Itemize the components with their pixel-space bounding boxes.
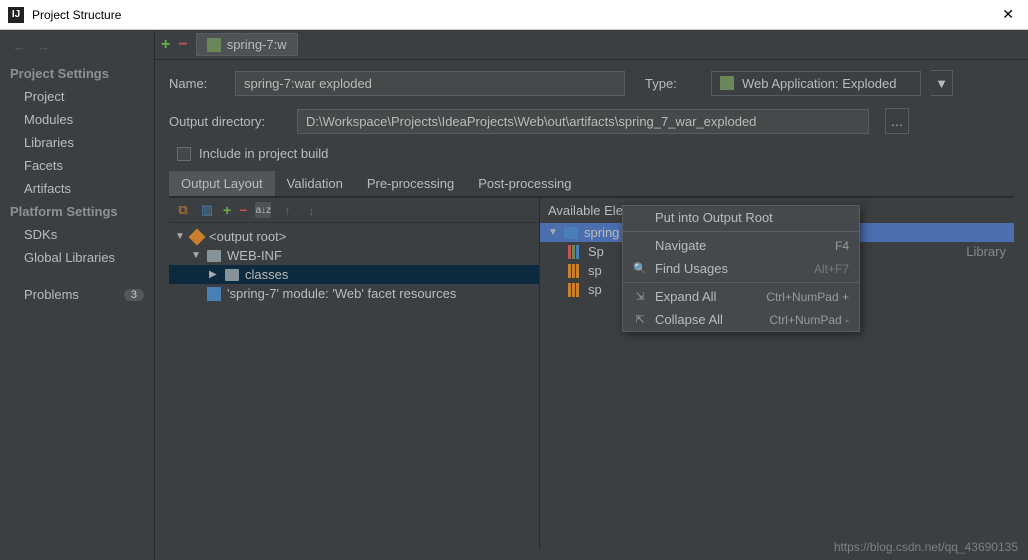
- expander-icon[interactable]: ▼: [175, 231, 185, 242]
- type-value: Web Application: Exploded: [742, 76, 896, 91]
- ctx-navigate[interactable]: Navigate F4: [623, 234, 859, 257]
- ctx-expand-all[interactable]: ⇲ Expand All Ctrl+NumPad +: [623, 285, 859, 308]
- tree-webinf-label: WEB-INF: [227, 248, 282, 263]
- checkbox-icon: [177, 147, 191, 161]
- sidebar-item-project[interactable]: Project: [0, 85, 154, 108]
- available-elements-pane: Available Elements ? ▼ spring Sp Library: [539, 198, 1014, 550]
- context-menu: Put into Output Root Navigate F4 🔍 Find …: [622, 205, 860, 332]
- tab-validation[interactable]: Validation: [275, 171, 355, 196]
- separator: [623, 282, 859, 283]
- artifact-icon: [207, 38, 221, 52]
- separator: [623, 231, 859, 232]
- sidebar-item-problems[interactable]: Problems 3: [0, 279, 154, 310]
- new-folder-icon[interactable]: ⧉: [175, 202, 191, 218]
- section-project-settings: Project Settings: [0, 62, 154, 85]
- name-label: Name:: [169, 76, 225, 91]
- expander-icon[interactable]: ▼: [548, 227, 558, 238]
- folder-icon: [225, 269, 239, 281]
- forward-icon[interactable]: →: [36, 38, 50, 54]
- sidebar-item-artifacts[interactable]: Artifacts: [0, 177, 154, 200]
- outdir-input[interactable]: [297, 109, 869, 134]
- tab-postprocessing[interactable]: Post-processing: [466, 171, 583, 196]
- blank-icon: [633, 211, 647, 225]
- tree-facet-label: 'spring-7' module: 'Web' facet resources: [227, 286, 456, 301]
- output-root-icon: [189, 228, 206, 245]
- include-label: Include in project build: [199, 146, 328, 161]
- library-icon: [568, 283, 582, 297]
- up-icon[interactable]: ↑: [279, 202, 295, 218]
- library-icon: [568, 264, 582, 278]
- tree-webinf[interactable]: ▼ WEB-INF: [169, 246, 539, 265]
- close-icon[interactable]: ✕: [996, 6, 1020, 23]
- expander-icon[interactable]: ▶: [209, 269, 219, 280]
- down-icon[interactable]: ↓: [303, 202, 319, 218]
- sidebar: ← → Project Settings Project Modules Lib…: [0, 30, 155, 560]
- browse-button[interactable]: …: [885, 108, 909, 134]
- list-icon[interactable]: ▥: [199, 202, 215, 218]
- module-icon: [564, 227, 578, 239]
- sidebar-item-facets[interactable]: Facets: [0, 154, 154, 177]
- tree-root-label: <output root>: [209, 229, 286, 244]
- include-checkbox[interactable]: Include in project build: [177, 146, 1014, 161]
- artifact-tab-label: spring-7:w: [227, 37, 287, 52]
- tab-output-layout[interactable]: Output Layout: [169, 171, 275, 196]
- web-app-icon: [720, 76, 734, 90]
- type-select[interactable]: Web Application: Exploded: [711, 71, 921, 96]
- collapse-icon: ⇱: [633, 313, 647, 327]
- watermark: https://blog.csdn.net/qq_43690135: [834, 540, 1018, 554]
- folder-icon: [207, 250, 221, 262]
- outdir-label: Output directory:: [169, 114, 287, 129]
- problems-label: Problems: [24, 287, 79, 302]
- tree-facet[interactable]: 'spring-7' module: 'Web' facet resources: [169, 284, 539, 303]
- output-layout-pane: ⧉ ▥ + − a↓z ↑ ↓ ▼ <output root>: [169, 198, 539, 550]
- ctx-find-usages: 🔍 Find Usages Alt+F7: [623, 257, 859, 280]
- add-item-icon[interactable]: +: [223, 202, 231, 218]
- library-icon: [568, 245, 582, 259]
- expander-icon[interactable]: ▼: [191, 250, 201, 261]
- app-icon: IJ: [8, 7, 24, 23]
- type-label: Type:: [645, 76, 701, 91]
- name-input[interactable]: [235, 71, 625, 96]
- nav-arrows: ← →: [0, 36, 154, 62]
- tree-classes[interactable]: ▶ classes: [169, 265, 539, 284]
- ctx-put-into-root[interactable]: Put into Output Root: [623, 206, 859, 229]
- layout-tabs: Output Layout Validation Pre-processing …: [169, 171, 1014, 197]
- sidebar-item-libraries[interactable]: Libraries: [0, 131, 154, 154]
- search-icon: 🔍: [633, 262, 647, 276]
- tab-preprocessing[interactable]: Pre-processing: [355, 171, 466, 196]
- artifact-tab[interactable]: spring-7:w: [196, 33, 298, 56]
- sidebar-item-global-libraries[interactable]: Global Libraries: [0, 246, 154, 269]
- sidebar-item-modules[interactable]: Modules: [0, 108, 154, 131]
- window-title: Project Structure: [32, 8, 996, 22]
- type-dropdown-button[interactable]: ▼: [931, 70, 953, 96]
- tree-classes-label: classes: [245, 267, 288, 282]
- sidebar-item-sdks[interactable]: SDKs: [0, 223, 154, 246]
- module-icon: [207, 287, 221, 301]
- tree-root[interactable]: ▼ <output root>: [169, 227, 539, 246]
- available-spring-label: spring: [584, 225, 619, 240]
- remove-item-icon[interactable]: −: [239, 202, 247, 218]
- titlebar: IJ Project Structure ✕: [0, 0, 1028, 30]
- sort-icon[interactable]: a↓z: [255, 202, 271, 218]
- section-platform-settings: Platform Settings: [0, 200, 154, 223]
- problems-badge: 3: [124, 289, 144, 301]
- blank-icon: [633, 239, 647, 253]
- add-icon[interactable]: +: [161, 36, 170, 54]
- back-icon[interactable]: ←: [12, 38, 26, 54]
- output-tree: ▼ <output root> ▼ WEB-INF ▶ class: [169, 223, 539, 307]
- ctx-collapse-all[interactable]: ⇱ Collapse All Ctrl+NumPad -: [623, 308, 859, 331]
- expand-icon: ⇲: [633, 290, 647, 304]
- remove-icon[interactable]: −: [178, 36, 187, 54]
- artifact-tab-bar: + − spring-7:w: [155, 30, 1028, 60]
